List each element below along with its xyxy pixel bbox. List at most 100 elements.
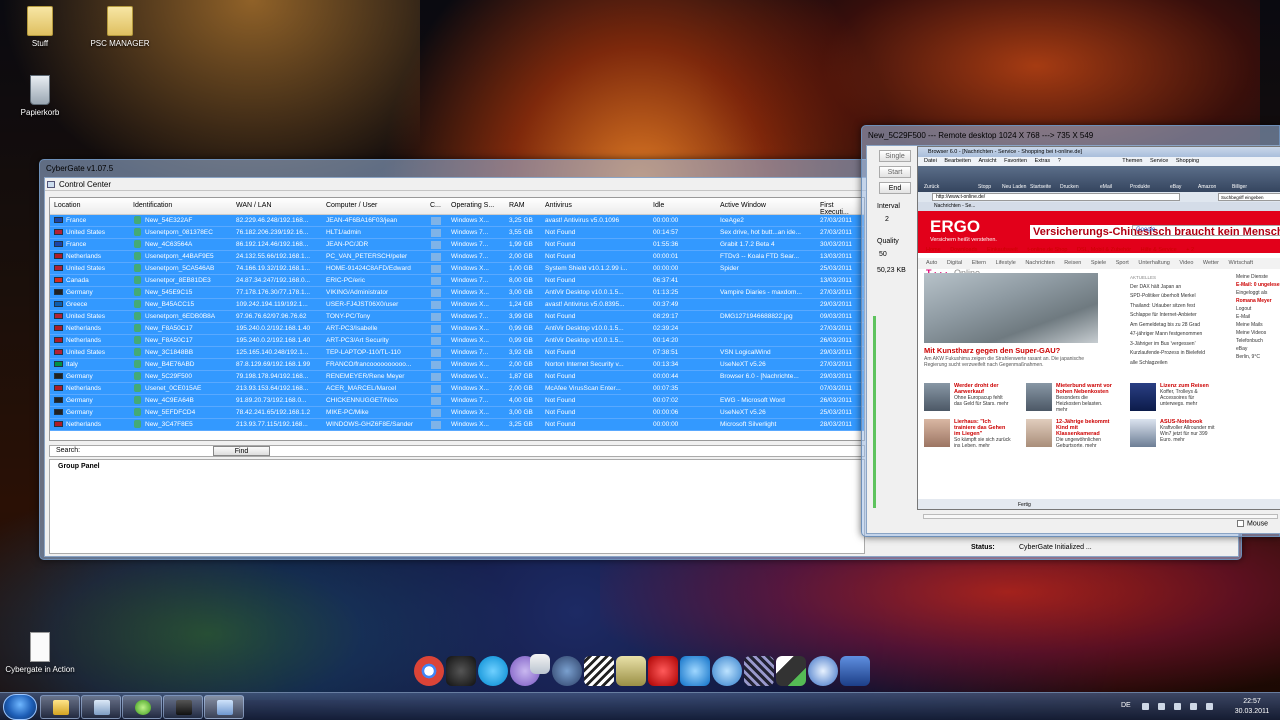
news-tile[interactable]: ASUS-Notebook Kraftvoller Allrounder mit … <box>1130 419 1218 451</box>
itunes-icon[interactable] <box>712 656 742 686</box>
ebay-button[interactable]: eBay <box>1170 184 1181 190</box>
search-input[interactable]: Suchbegriff eingeben <box>1218 193 1280 201</box>
nav-item[interactable]: DSL, Mobil & Zubehör <box>1077 247 1131 253</box>
table-row[interactable]: Germany New_545E9C15 77.178.176.30/77.178.… <box>50 287 864 299</box>
sidebar-link[interactable]: Schlappe für Internet-Anbieter <box>1130 311 1230 321</box>
column-header-active-window[interactable]: Active Window <box>720 202 766 209</box>
nav-item[interactable]: Einkaufswelt <box>987 247 1018 253</box>
desktop-icon-recycle-bin[interactable]: Papierkorb <box>0 75 80 117</box>
table-row[interactable]: United States Usenetporn_6EDB0B8A 97.96.76… <box>50 311 864 323</box>
nav-item[interactable]: Downloads <box>950 247 977 253</box>
table-row[interactable]: Netherlands Usenetporn_44BAF9E5 24.132.55.… <box>50 251 864 263</box>
network-icon[interactable] <box>552 656 582 686</box>
products-button[interactable]: Produkte <box>1130 184 1150 190</box>
nav-item[interactable]: Eltern <box>972 260 986 266</box>
services-item[interactable]: Meine Mails <box>1236 321 1280 329</box>
skype-icon[interactable] <box>478 656 508 686</box>
remote-desktop-window[interactable]: New_5C29F500 --- Remote desktop 1024 X 7… <box>861 125 1280 537</box>
menu-item[interactable]: Service <box>1150 158 1168 164</box>
mouse-checkbox[interactable]: Mouse <box>1237 520 1268 527</box>
news-tile[interactable]: Lizenz zum Reisen Koffer, Trolleys & Acce… <box>1130 383 1218 415</box>
menu-item[interactable]: Datei <box>924 158 937 164</box>
column-header-location[interactable]: Location <box>54 202 80 209</box>
nav-item[interactable]: + 2 <box>1186 247 1194 253</box>
table-row[interactable]: Netherlands Usenet_0CE015AE 213.93.153.64/… <box>50 383 864 395</box>
group-panel[interactable]: Group Panel <box>49 459 865 554</box>
menu-item[interactable]: Ansicht <box>979 158 997 164</box>
email-button[interactable]: eMail <box>1100 184 1112 190</box>
table-row[interactable]: Germany New_5EFDFCD4 78.42.241.65/192.168.… <box>50 407 864 419</box>
desktop-icon-psc-manager[interactable]: PSC MANAGER <box>80 6 160 48</box>
clock[interactable]: 22:57 30.03.2011 <box>1226 697 1278 717</box>
column-header-country[interactable]: C... <box>430 202 441 209</box>
tray-app-icon[interactable] <box>1206 703 1213 710</box>
news-tile[interactable]: Mieterbund warnt vor hohen Nebenkosten Be… <box>1026 383 1114 415</box>
mosaic-icon[interactable] <box>744 656 774 686</box>
nav-item[interactable]: Wetter <box>1203 260 1219 266</box>
nav-item[interactable]: Spiele <box>1091 260 1106 266</box>
nav-item[interactable]: Sport <box>1116 260 1129 266</box>
menu-item[interactable]: Themen <box>1122 158 1142 164</box>
nav-item[interactable]: Nachrichten <box>1025 260 1054 266</box>
vm-icon[interactable] <box>776 656 806 686</box>
single-button[interactable]: Single <box>879 150 911 162</box>
column-header-antivirus[interactable]: Antivirus <box>545 202 572 209</box>
taskbar-item-app[interactable] <box>163 695 203 719</box>
nav-item[interactable]: Reisen <box>1064 260 1081 266</box>
browser-tab[interactable]: Nachrichten - Se... <box>918 202 1280 211</box>
quality-slider[interactable] <box>873 316 876 508</box>
calculator-icon[interactable] <box>840 656 870 686</box>
sidebar-link[interactable]: Thailand: Urlauber sitzen fest <box>1130 302 1230 312</box>
flag-red-icon[interactable] <box>648 656 678 686</box>
services-item[interactable]: Logout <box>1236 305 1280 313</box>
tray-network-icon[interactable] <box>1174 703 1181 710</box>
nav-item[interactable]: Home <box>926 247 941 253</box>
sidebar-link[interactable]: 47-jähriger Mann festgenommen <box>1130 330 1230 340</box>
news-photo[interactable] <box>924 273 1098 343</box>
taskbar-item-explorer[interactable] <box>40 695 80 719</box>
home-button[interactable]: Startseite <box>1030 184 1051 190</box>
nav-item[interactable]: Auto <box>926 260 937 266</box>
tray-arrow-icon[interactable] <box>1142 703 1149 710</box>
language-indicator[interactable]: DE <box>1121 702 1131 709</box>
taskbar-item-utorrent[interactable] <box>122 695 162 719</box>
start-button[interactable]: Start <box>879 166 911 178</box>
quality-value[interactable]: 50 <box>879 251 887 258</box>
services-item[interactable]: eBay <box>1236 345 1280 353</box>
table-row[interactable]: France New_4C63564A 86.192.124.46/192.168.… <box>50 239 864 251</box>
nav-item[interactable]: Lifestyle <box>996 260 1016 266</box>
remote-scrollbar[interactable] <box>923 514 1278 519</box>
table-row[interactable]: Netherlands New_3C47F8E5 213.93.77.115/192… <box>50 419 864 431</box>
news-headline[interactable]: Mit Kunstharz gegen den Super-GAU? <box>924 346 1060 355</box>
services-item[interactable]: E-Mail: 0 ungelesen <box>1236 281 1280 289</box>
menu-item[interactable]: Bearbeiten <box>944 158 971 164</box>
services-item[interactable]: E-Mail <box>1236 313 1280 321</box>
menu-item[interactable]: Extras <box>1035 158 1051 164</box>
sidebar-link[interactable]: 3-Jähriger im Bus 'vergessen' <box>1130 340 1230 350</box>
remote-screen[interactable]: Browser 6.0 - [Nachrichten - Service - S… <box>917 146 1280 510</box>
teamviewer-icon[interactable] <box>680 656 710 686</box>
table-row[interactable]: Italy New_B4E76ABD 87.8.129.69/192.168.1.9… <box>50 359 864 371</box>
print-button[interactable]: Drucken <box>1060 184 1079 190</box>
column-header-wan-lan[interactable]: WAN / LAN <box>236 202 272 209</box>
news-tile[interactable]: Werder droht der Aarwerkauf Ohne Europacu… <box>924 383 1012 415</box>
nav-item[interactable]: Video <box>1179 260 1193 266</box>
billiger-button[interactable]: Billiger <box>1232 184 1247 190</box>
column-header-computer-user[interactable]: Computer / User <box>326 202 377 209</box>
news-tile[interactable]: Lierhaus: "Ich trainiere das Gehen im Li… <box>924 419 1012 451</box>
services-item[interactable]: Meine Videos <box>1236 329 1280 337</box>
steam-icon[interactable] <box>446 656 476 686</box>
table-row[interactable]: Netherlands New_F8A50C17 195.240.0.2/192.1… <box>50 323 864 335</box>
column-header-idle[interactable]: Idle <box>653 202 664 209</box>
globe-icon[interactable] <box>808 656 838 686</box>
tray-volume-icon[interactable] <box>1190 703 1197 710</box>
column-header-os[interactable]: Operating S... <box>451 202 494 209</box>
column-header-ram[interactable]: RAM <box>509 202 525 209</box>
google-search[interactable]: Google <box>1132 225 1280 236</box>
desktop-icon-cybergate-in-action[interactable]: Cybergate in Action <box>0 632 80 674</box>
mail-icon[interactable] <box>616 656 646 686</box>
table-row[interactable]: Germany New_5C29F500 79.198.178.94/192.168… <box>50 371 864 383</box>
chrome-icon[interactable] <box>414 656 444 686</box>
nav-item[interactable]: Digital <box>947 260 962 266</box>
reload-button[interactable]: Neu Laden <box>1002 184 1026 190</box>
